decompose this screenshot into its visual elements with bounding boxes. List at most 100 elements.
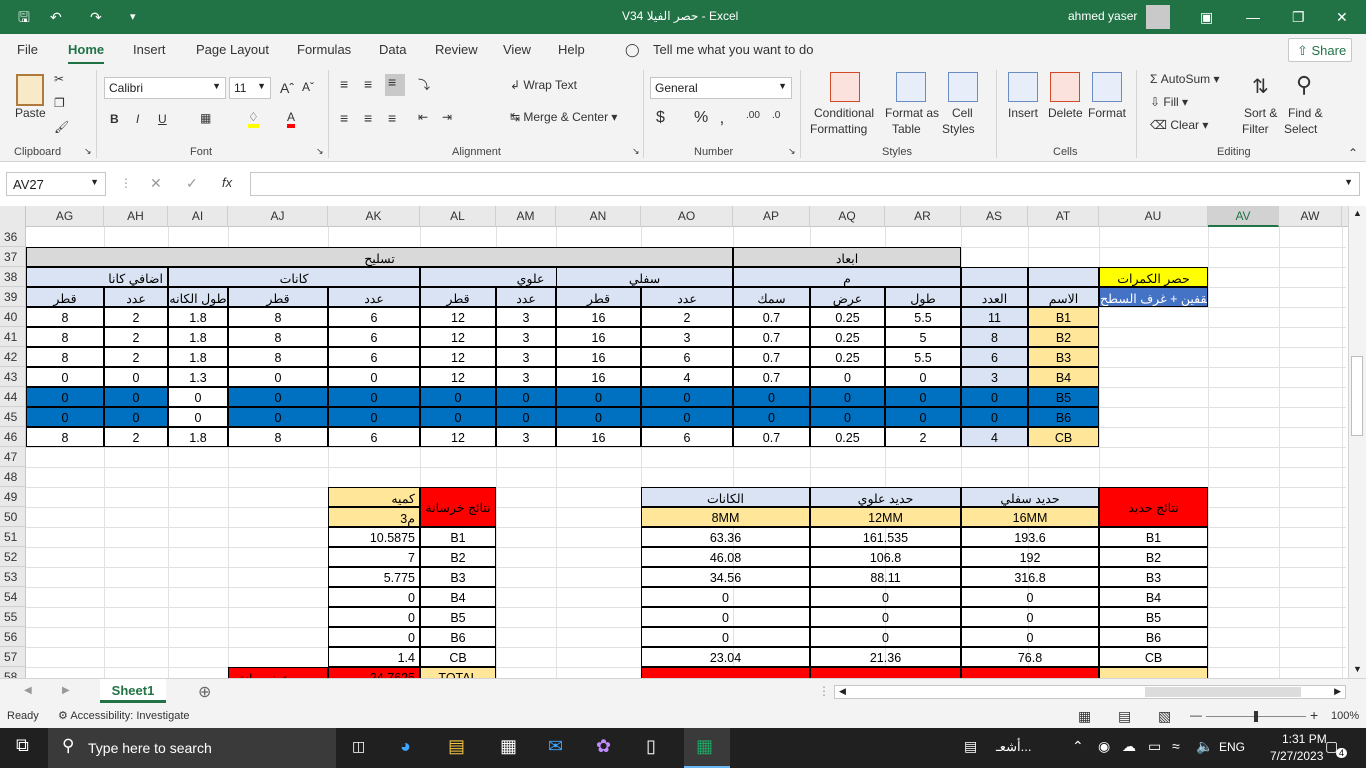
zoom-slider[interactable]: [1206, 711, 1306, 722]
beam-b5-wid[interactable]: 0: [810, 387, 885, 407]
format-as-table-sub[interactable]: Table: [892, 122, 921, 136]
next-sheet-icon[interactable]: ▶: [62, 685, 70, 696]
mail-icon[interactable]: ✉: [548, 736, 563, 757]
beam-b1-bd[interactable]: 16: [556, 307, 641, 327]
concrete-name[interactable]: CB: [420, 647, 496, 667]
undo-icon[interactable]: ↶: [50, 8, 62, 26]
fill-color-icon[interactable]: ♢: [248, 110, 259, 128]
steel-bottom-value[interactable]: 316.8: [961, 567, 1099, 587]
beam-b2-name[interactable]: B2: [1028, 327, 1099, 347]
beam-b6-tn[interactable]: 0: [496, 407, 556, 427]
beam-b3-bn[interactable]: 6: [641, 347, 733, 367]
steel-top-value[interactable]: 0: [810, 607, 961, 627]
horizontal-scroll-thumb[interactable]: [1145, 687, 1301, 697]
align-left-icon[interactable]: ≡: [340, 110, 348, 126]
beam-cb-wid[interactable]: 0.25: [810, 427, 885, 447]
tab-data[interactable]: Data: [379, 42, 406, 57]
app-icon[interactable]: ✿: [596, 736, 611, 757]
beam-b3-en[interactable]: 2: [104, 347, 168, 367]
beam-b1-count[interactable]: 11: [961, 307, 1028, 327]
row-header-49[interactable]: 49: [0, 487, 26, 507]
steel-top-value[interactable]: 0: [810, 587, 961, 607]
beam-b4-td[interactable]: 12: [420, 367, 496, 387]
beam-b1-ed[interactable]: 8: [26, 307, 104, 327]
format-as-table-icon[interactable]: [896, 72, 926, 102]
sheet-tab-sheet1[interactable]: Sheet1: [100, 679, 166, 703]
header-blank[interactable]: [961, 267, 1028, 287]
steel-bottom-value[interactable]: 0: [961, 587, 1099, 607]
beam-b4-en[interactable]: 0: [104, 367, 168, 387]
steel-name[interactable]: B2: [1099, 547, 1208, 567]
beam-b6-bd[interactable]: 0: [556, 407, 641, 427]
header-diameter[interactable]: قطر: [420, 287, 496, 307]
concrete-name[interactable]: B1: [420, 527, 496, 547]
row-header-52[interactable]: 52: [0, 547, 26, 567]
tab-help[interactable]: Help: [558, 42, 585, 57]
beam-b5-count[interactable]: 0: [961, 387, 1028, 407]
beam-b1-th[interactable]: 0.7: [733, 307, 810, 327]
find-select-sub[interactable]: Select: [1284, 122, 1317, 136]
share-button[interactable]: ⇧ Share: [1288, 38, 1352, 62]
beam-b3-tn[interactable]: 3: [496, 347, 556, 367]
beam-b1-sd[interactable]: 8: [228, 307, 328, 327]
header-thickness[interactable]: سمك: [733, 287, 810, 307]
beam-b4-tn[interactable]: 3: [496, 367, 556, 387]
beam-b5-tn[interactable]: 0: [496, 387, 556, 407]
beam-b6-sl[interactable]: 0: [168, 407, 228, 427]
beam-b6-len[interactable]: 0: [885, 407, 961, 427]
row-header-37[interactable]: 37: [0, 247, 26, 267]
avatar[interactable]: [1146, 5, 1170, 29]
beam-b2-sd[interactable]: 8: [228, 327, 328, 347]
beam-cb-len[interactable]: 2: [885, 427, 961, 447]
beam-b2-td[interactable]: 12: [420, 327, 496, 347]
beam-b1-sn[interactable]: 6: [328, 307, 420, 327]
insert-function-icon[interactable]: fx: [222, 175, 232, 190]
currency-icon[interactable]: $: [656, 109, 665, 127]
concrete-title[interactable]: نتائج خرسانة: [420, 487, 496, 527]
steel-total-label[interactable]: [1099, 667, 1208, 678]
row-header-56[interactable]: 56: [0, 627, 26, 647]
beam-b4-wid[interactable]: 0: [810, 367, 885, 387]
concrete-total-value[interactable]: 24.7625: [328, 667, 420, 678]
header-stirrup-length[interactable]: طول الكانه: [168, 287, 228, 307]
row-header-39[interactable]: 39: [0, 287, 26, 307]
beam-b1-td[interactable]: 12: [420, 307, 496, 327]
beam-cb-tn[interactable]: 3: [496, 427, 556, 447]
name-box[interactable]: AV27 ▼: [6, 172, 106, 196]
beam-cb-td[interactable]: 12: [420, 427, 496, 447]
zoom-thumb[interactable]: [1254, 711, 1258, 722]
row-header-38[interactable]: 38: [0, 267, 26, 287]
news-widget-icon[interactable]: ▤: [964, 738, 977, 755]
header-blank[interactable]: [1028, 267, 1099, 287]
beam-b4-sn[interactable]: 0: [328, 367, 420, 387]
beam-b5-sn[interactable]: 0: [328, 387, 420, 407]
increase-font-icon[interactable]: Aˆ: [280, 80, 294, 96]
row-header-41[interactable]: 41: [0, 327, 26, 347]
steel-name[interactable]: B3: [1099, 567, 1208, 587]
clipboard-launcher-icon[interactable]: ↘: [84, 146, 92, 157]
tray-chevron-icon[interactable]: ⌃: [1072, 738, 1084, 755]
steel-bottom-value[interactable]: 0: [961, 607, 1099, 627]
row-header-45[interactable]: 45: [0, 407, 26, 427]
concrete-total-label[interactable]: TOTAL: [420, 667, 496, 678]
row-header-54[interactable]: 54: [0, 587, 26, 607]
tab-page-layout[interactable]: Page Layout: [196, 42, 269, 57]
row-header-53[interactable]: 53: [0, 567, 26, 587]
beam-b2-th[interactable]: 0.7: [733, 327, 810, 347]
redo-icon[interactable]: ↷: [90, 8, 102, 26]
beam-b1-len[interactable]: 5.5: [885, 307, 961, 327]
clock-time[interactable]: 1:31 PM: [1282, 732, 1327, 746]
concrete-total-text[interactable]: مجموع خرسانة: [228, 667, 328, 678]
beam-b3-name[interactable]: B3: [1028, 347, 1099, 367]
wifi-icon[interactable]: ≈: [1172, 738, 1180, 754]
row-header-36[interactable]: 36: [0, 227, 26, 247]
beam-b4-ed[interactable]: 0: [26, 367, 104, 387]
format-as-table-button[interactable]: Format as: [885, 106, 939, 120]
copy-icon[interactable]: ❐: [54, 96, 65, 110]
beam-b4-len[interactable]: 0: [885, 367, 961, 387]
row-header-47[interactable]: 47: [0, 447, 26, 467]
steel-bottom-value[interactable]: 0: [961, 627, 1099, 647]
middle-align-icon[interactable]: ≡: [364, 76, 372, 92]
beam-b6-name[interactable]: B6: [1028, 407, 1099, 427]
alignment-launcher-icon[interactable]: ↘: [632, 146, 640, 157]
